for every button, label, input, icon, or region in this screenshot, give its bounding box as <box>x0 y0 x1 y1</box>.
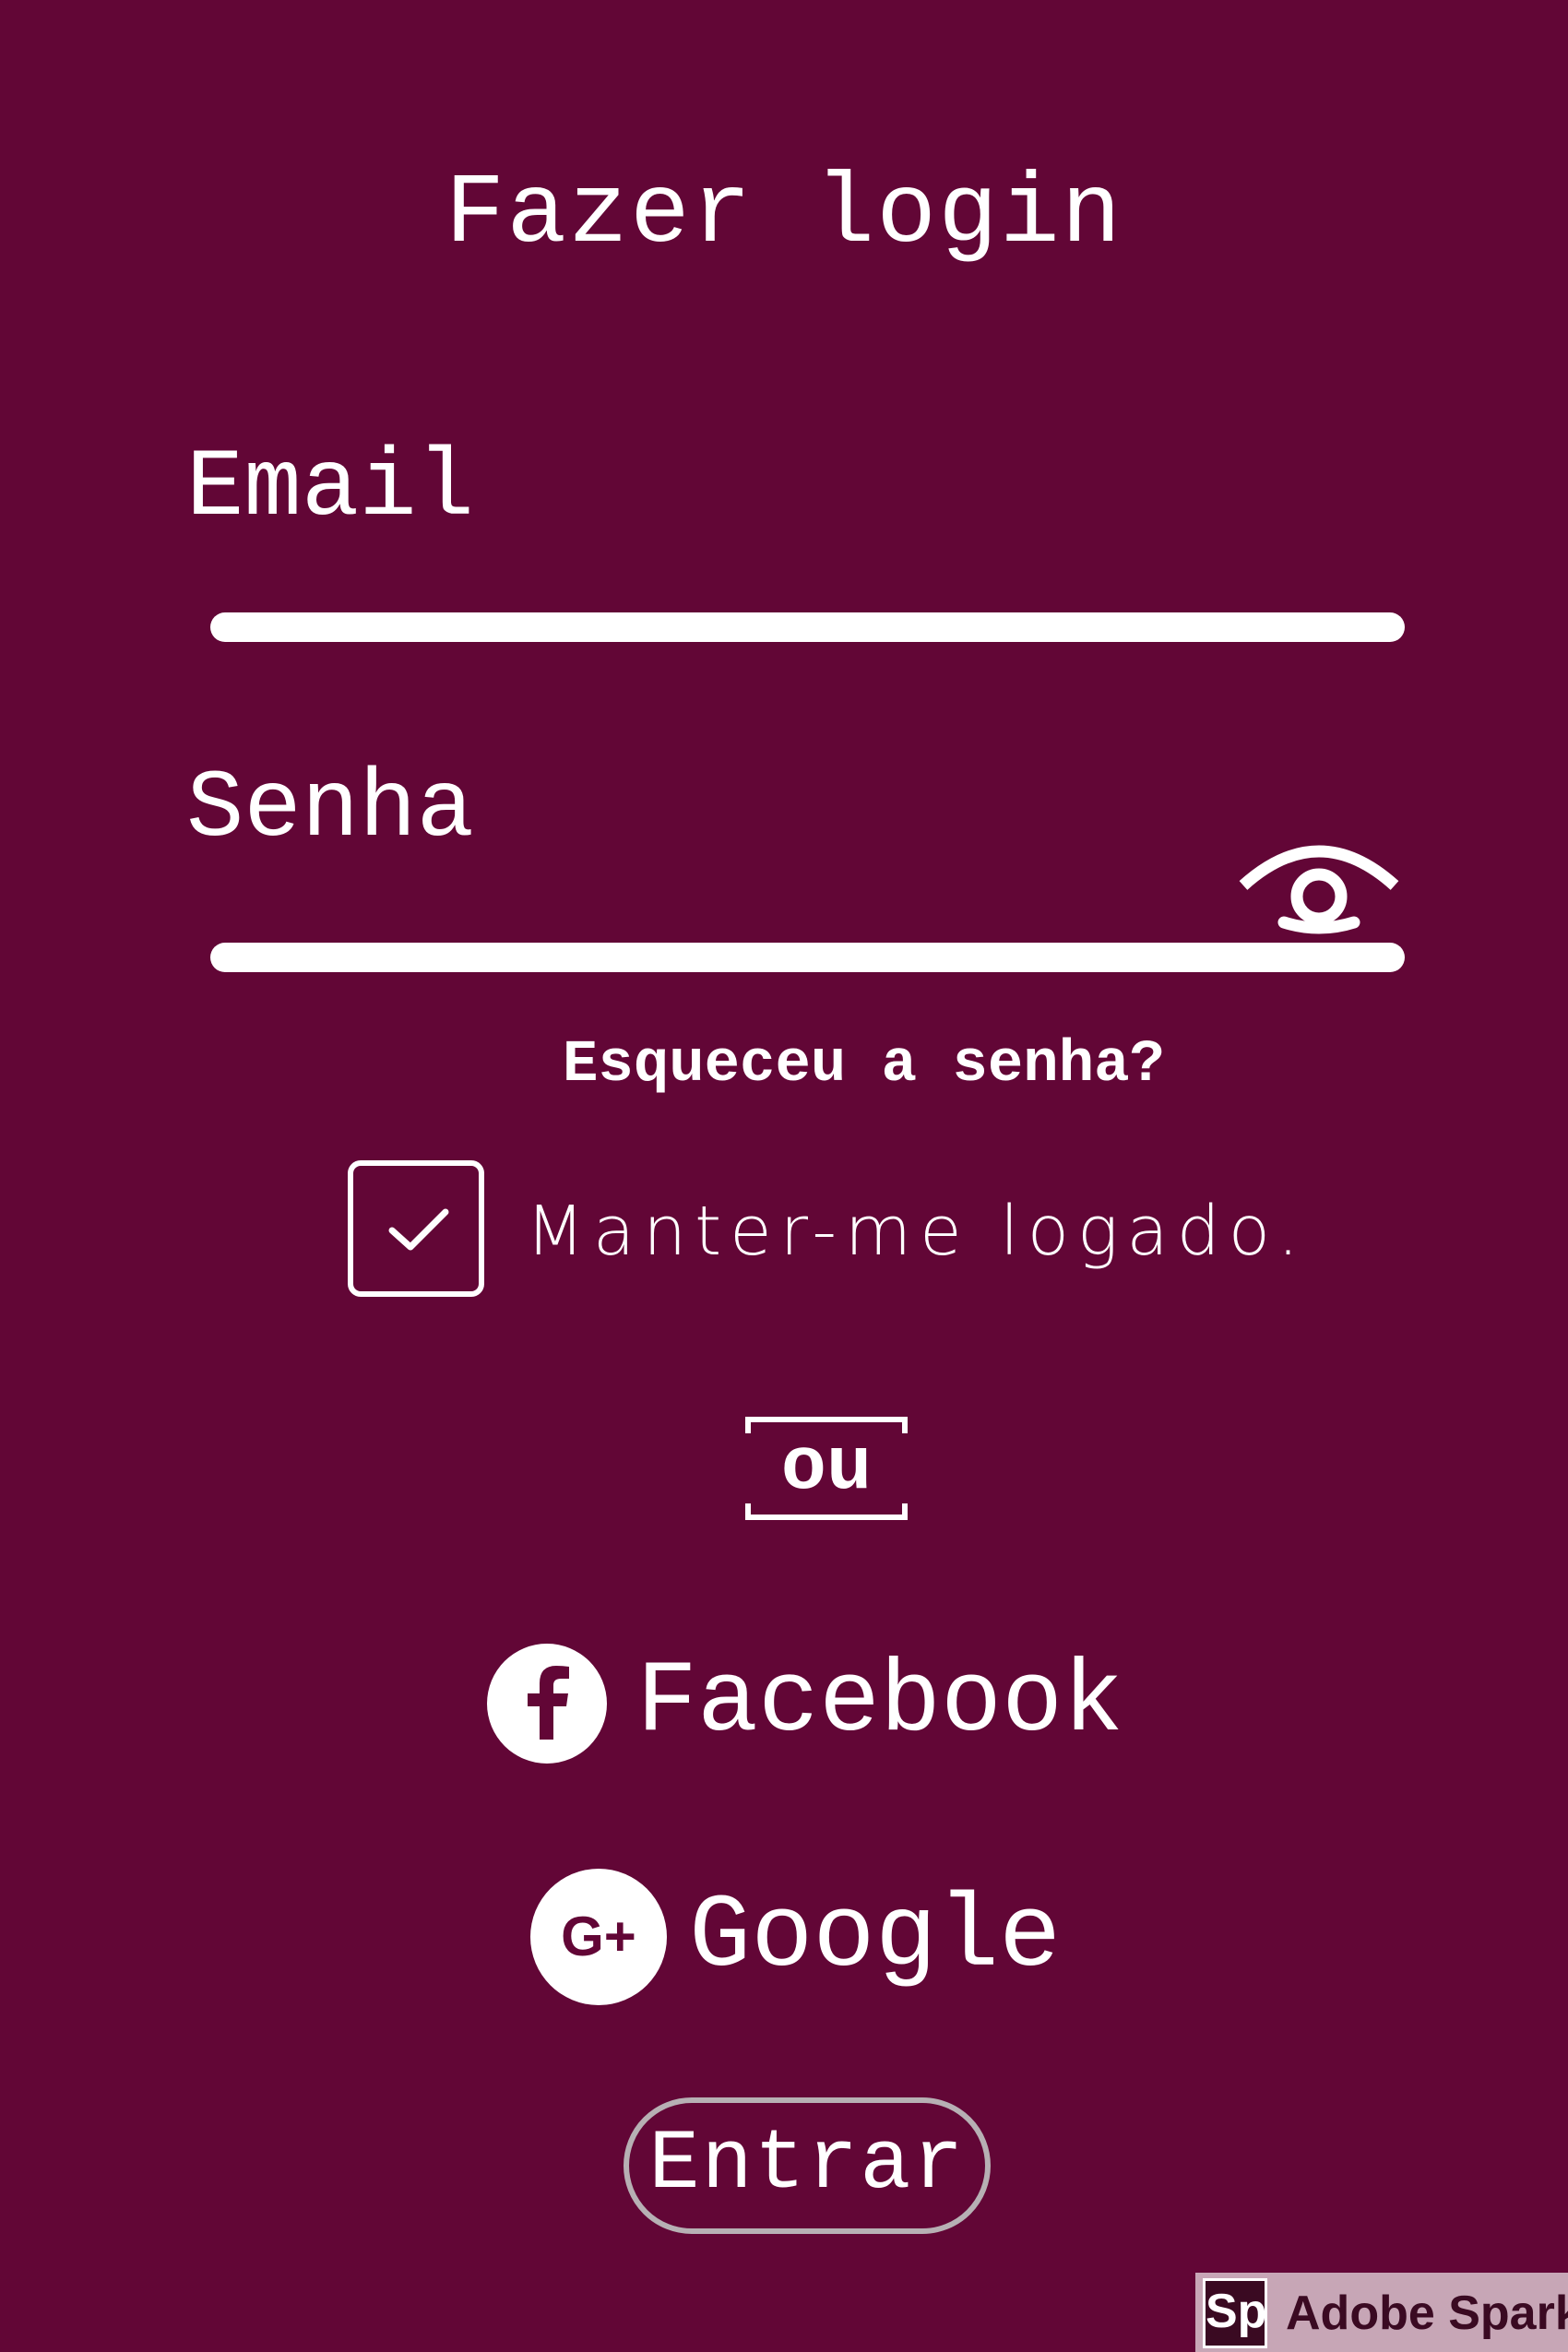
google-login-button[interactable]: G+ Google <box>530 1869 1176 2007</box>
facebook-label: Facebook <box>636 1645 1124 1761</box>
separator: ou <box>745 1417 908 1520</box>
separator-text: ou <box>780 1425 873 1511</box>
checkmark-icon <box>388 1208 449 1251</box>
keep-logged-in-label[interactable]: Manter-me logado. <box>526 1185 1307 1277</box>
email-field[interactable] <box>210 612 1405 642</box>
keep-logged-in-checkbox[interactable] <box>348 1160 484 1297</box>
facebook-login-button[interactable]: Facebook <box>487 1644 1133 1782</box>
facebook-icon <box>487 1644 607 1764</box>
adobe-spark-badge: Sp Adobe Spark <box>1195 2273 1568 2352</box>
google-plus-icon: G+ <box>530 1869 667 2005</box>
page-title: Fazer login <box>445 159 1123 271</box>
submit-button[interactable]: Entrar <box>624 2097 991 2234</box>
adobe-spark-logo: Sp <box>1203 2278 1267 2348</box>
svg-text:G+: G+ <box>561 1906 636 1967</box>
password-label: Senha <box>186 755 475 864</box>
eye-icon[interactable] <box>1236 830 1402 941</box>
google-label: Google <box>689 1879 1062 1996</box>
email-label: Email <box>186 434 475 543</box>
password-field[interactable] <box>210 943 1405 972</box>
forgot-password-link[interactable]: Esqueceu a senha? <box>563 1024 1165 1107</box>
adobe-spark-label: Adobe Spark <box>1286 2287 1568 2340</box>
